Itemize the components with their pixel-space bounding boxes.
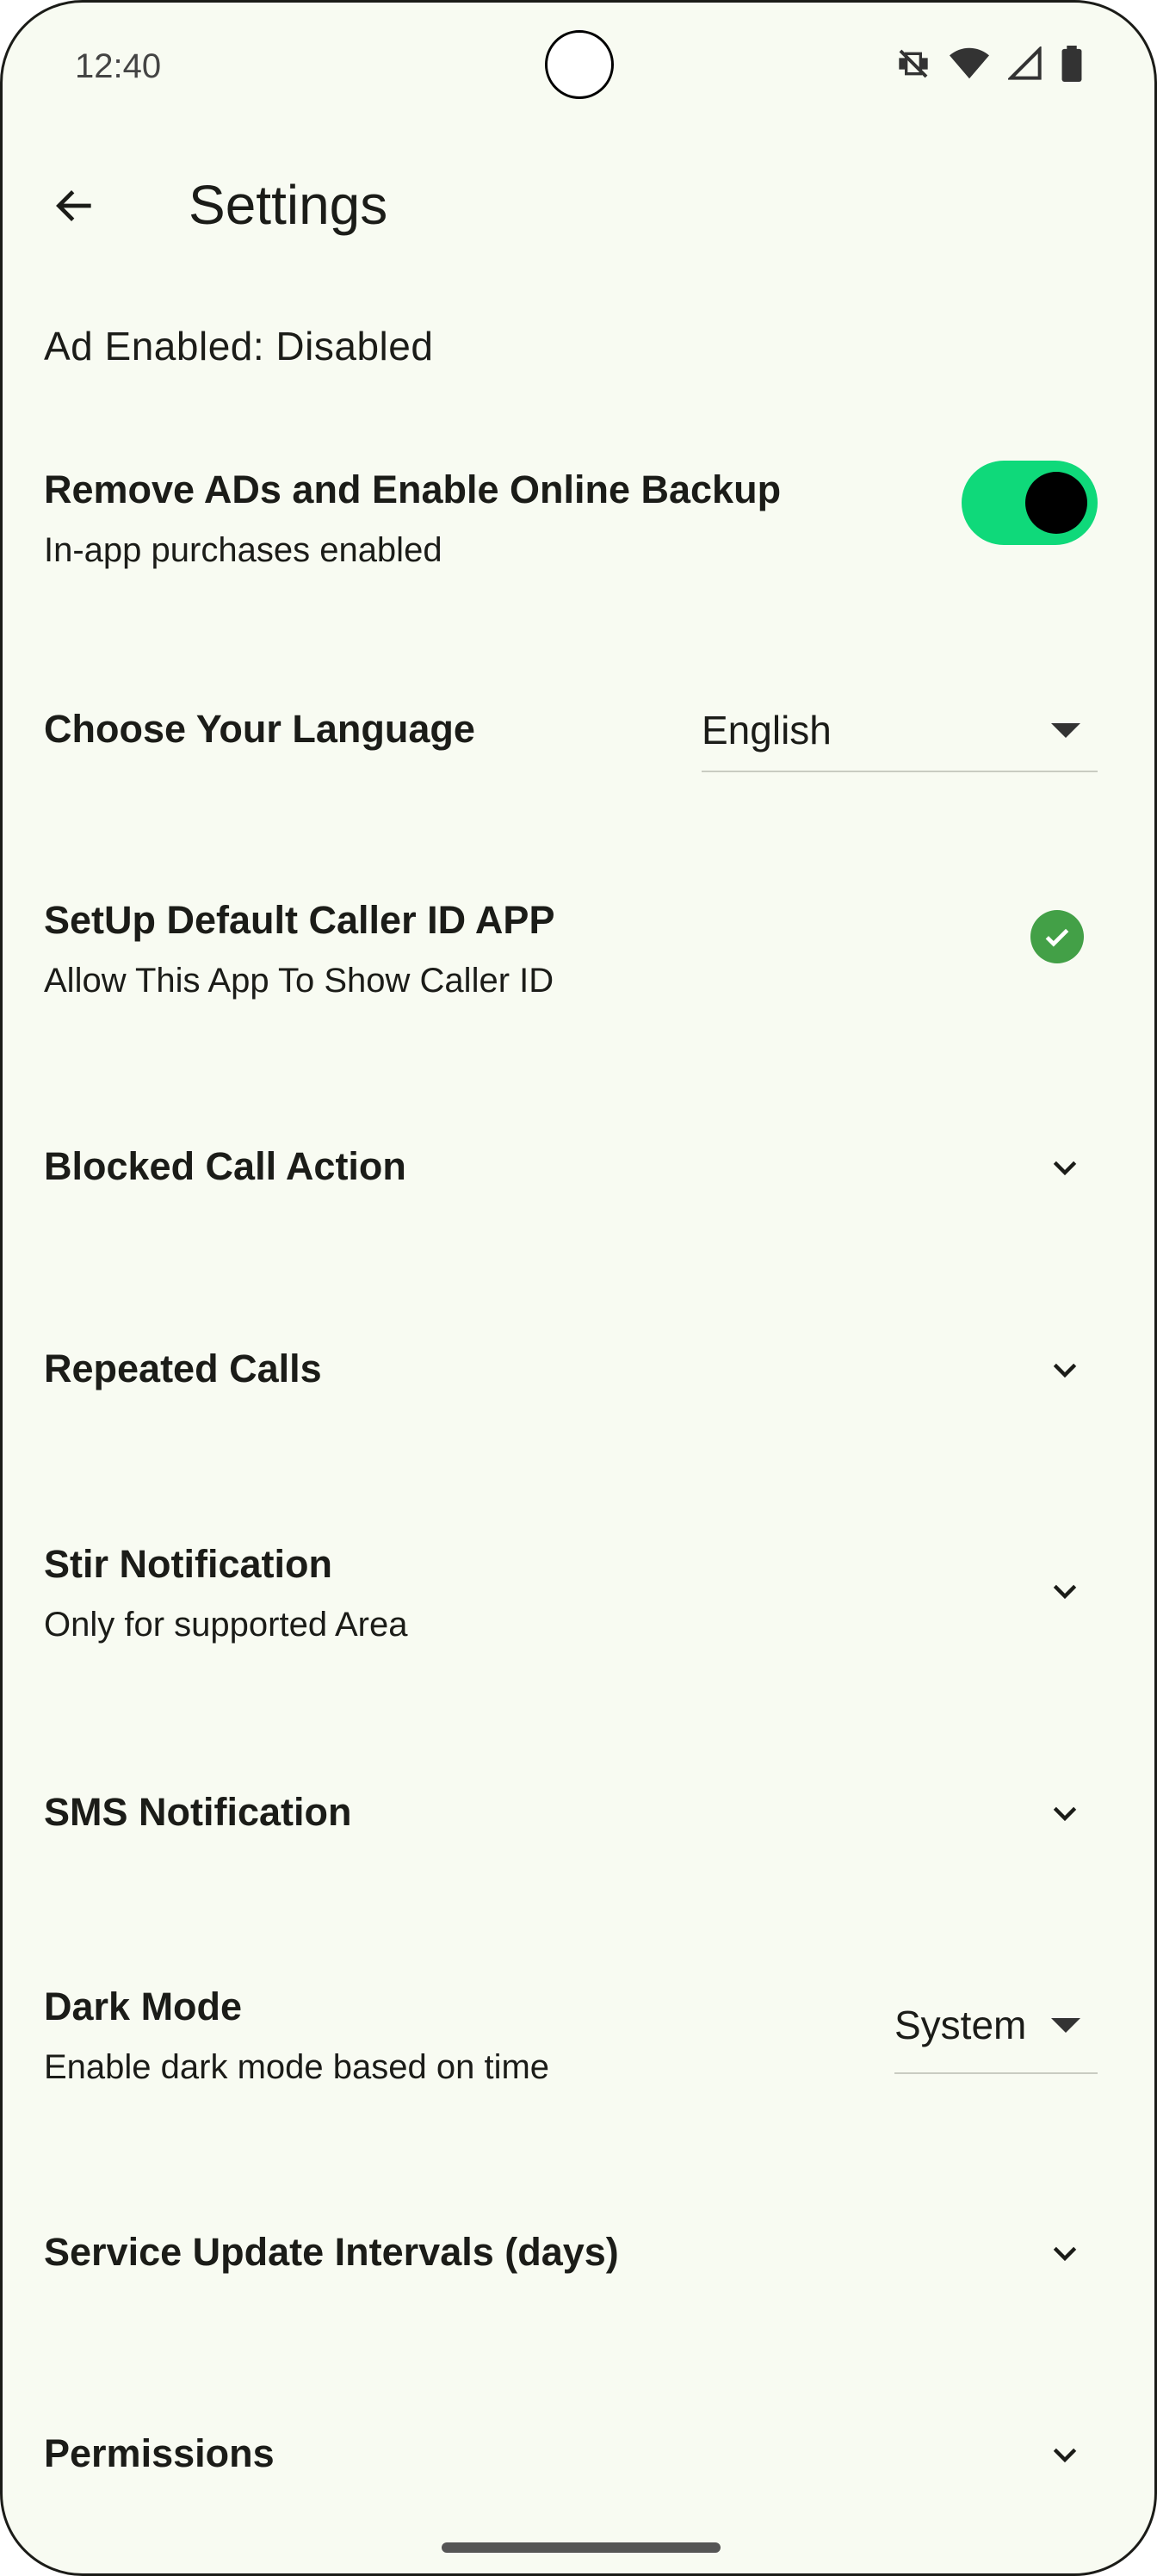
repeated-calls-title: Repeated Calls xyxy=(44,1347,322,1390)
chevron-down-icon xyxy=(1046,1795,1084,1833)
wifi-icon xyxy=(950,46,989,81)
permissions-title: Permissions xyxy=(44,2431,275,2475)
caller-id-setting[interactable]: SetUp Default Caller ID APP Allow This A… xyxy=(44,898,1098,1000)
back-button[interactable] xyxy=(44,175,106,237)
gesture-nav-bar[interactable] xyxy=(442,2542,721,2553)
repeated-calls-item[interactable]: Repeated Calls xyxy=(44,1347,1098,1391)
service-update-intervals-title: Service Update Intervals (days) xyxy=(44,2230,619,2274)
status-icons xyxy=(896,46,1082,82)
status-bar: 12:40 xyxy=(3,3,1154,132)
camera-cutout xyxy=(545,30,614,99)
page-title: Settings xyxy=(189,174,388,236)
check-circle-icon xyxy=(1030,910,1084,963)
chevron-down-icon xyxy=(1046,1573,1084,1611)
remove-ads-title: Remove ADs and Enable Online Backup xyxy=(44,468,782,511)
arrow-back-icon xyxy=(56,190,91,221)
blocked-call-action-title: Blocked Call Action xyxy=(44,1144,406,1188)
permissions-item[interactable]: Permissions xyxy=(44,2431,1098,2476)
dark-mode-dropdown[interactable]: System xyxy=(894,1978,1098,2074)
vibrate-off-icon xyxy=(896,46,931,81)
app-bar: Settings xyxy=(3,158,1154,252)
remove-ads-toggle[interactable] xyxy=(962,461,1098,545)
status-time: 12:40 xyxy=(75,47,162,85)
remove-ads-subtitle: In-app purchases enabled xyxy=(44,531,442,569)
remove-ads-setting[interactable]: Remove ADs and Enable Online Backup In-a… xyxy=(44,461,1098,570)
language-setting: Choose Your Language English xyxy=(44,707,1098,772)
chevron-down-icon xyxy=(1046,2235,1084,2273)
language-value: English xyxy=(702,708,832,752)
ads-status-text: Ad Enabled: Disabled xyxy=(44,324,434,368)
blocked-call-action-item[interactable]: Blocked Call Action xyxy=(44,1144,1098,1189)
phone-screen: 12:40 Settings Ad Enabled: Disabled Remo… xyxy=(0,0,1157,2576)
caller-id-subtitle: Allow This App To Show Caller ID xyxy=(44,962,554,1000)
dropdown-arrow-icon xyxy=(1051,722,1080,738)
toggle-knob xyxy=(1025,472,1087,534)
stir-notification-subtitle: Only for supported Area xyxy=(44,1606,408,1644)
dark-mode-value: System xyxy=(894,2003,1027,2047)
battery-icon xyxy=(1061,46,1082,82)
service-update-intervals-item[interactable]: Service Update Intervals (days) xyxy=(44,2230,1098,2275)
sms-notification-item[interactable]: SMS Notification xyxy=(44,1790,1098,1835)
language-dropdown[interactable]: English xyxy=(702,690,1098,772)
dark-mode-setting: Dark Mode Enable dark mode based on time… xyxy=(44,1985,1098,2087)
sms-notification-title: SMS Notification xyxy=(44,1790,352,1834)
chevron-down-icon xyxy=(1046,2437,1084,2474)
chevron-down-icon xyxy=(1046,1352,1084,1390)
cellular-signal-icon xyxy=(1008,46,1043,81)
dropdown-arrow-icon xyxy=(1051,2017,1080,2033)
caller-id-title: SetUp Default Caller ID APP xyxy=(44,898,555,942)
chevron-down-icon xyxy=(1046,1149,1084,1187)
stir-notification-item[interactable]: Stir Notification Only for supported Are… xyxy=(44,1542,1098,1644)
stir-notification-title: Stir Notification xyxy=(44,1542,332,1586)
